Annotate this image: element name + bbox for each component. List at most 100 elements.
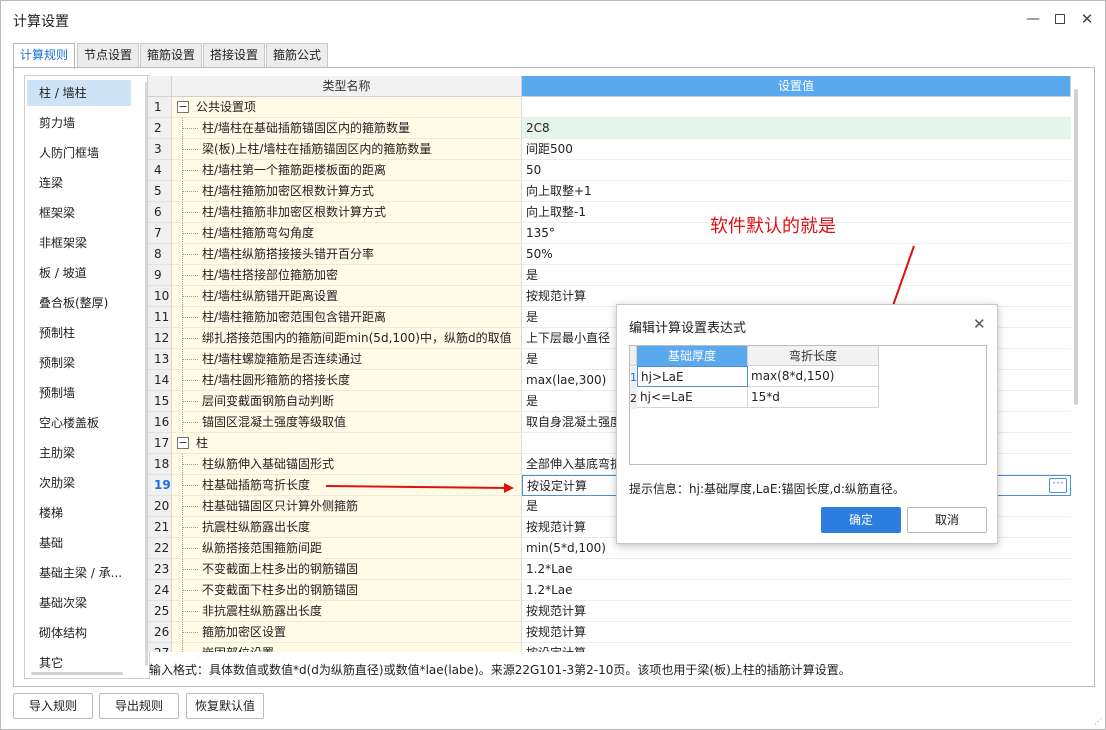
setting-value: 按设定计算 bbox=[526, 646, 586, 652]
table-row[interactable]: 25 非抗震柱纵筋露出长度 按规范计算 bbox=[148, 601, 1071, 622]
sidebar-item-foundation-main-beam[interactable]: 基础主梁 / 承... bbox=[27, 560, 131, 586]
sidebar-item-masonry[interactable]: 砌体结构 bbox=[27, 620, 131, 646]
table-row[interactable]: 8 柱/墙柱纵筋搭接接头错开百分率 50% bbox=[148, 244, 1071, 265]
setting-value-cell[interactable]: 是 bbox=[522, 265, 1071, 286]
expr-condition-cell[interactable]: hj<=LaE bbox=[637, 387, 748, 408]
close-icon[interactable]: ✕ bbox=[1077, 9, 1097, 29]
sidebar-item-foundation[interactable]: 基础 bbox=[27, 530, 131, 556]
ok-button[interactable]: 确定 bbox=[821, 507, 901, 533]
cancel-button[interactable]: 取消 bbox=[907, 507, 987, 533]
row-number: 21 bbox=[148, 517, 172, 538]
sidebar-item-non-frame-beam[interactable]: 非框架梁 bbox=[27, 230, 131, 256]
tab-stirrup-settings[interactable]: 箍筋设置 bbox=[140, 43, 203, 67]
sidebar-item-secondary-rib-beam[interactable]: 次肋梁 bbox=[27, 470, 131, 496]
collapse-icon[interactable]: − bbox=[177, 437, 189, 449]
row-number: 7 bbox=[148, 223, 172, 244]
sidebar-item-stair[interactable]: 楼梯 bbox=[27, 500, 131, 526]
sidebar-item-frame-beam[interactable]: 框架梁 bbox=[27, 200, 131, 226]
tab-stirrup-formula[interactable]: 箍筋公式 bbox=[266, 43, 329, 67]
grid-scrollbar[interactable] bbox=[1074, 89, 1078, 405]
expr-value-cell[interactable]: max(8*d,150) bbox=[748, 366, 879, 387]
table-row[interactable]: 5 柱/墙柱箍筋加密区根数计算方式 向上取整+1 bbox=[148, 181, 1071, 202]
sidebar-item-precast-beam[interactable]: 预制梁 bbox=[27, 350, 131, 376]
setting-value-cell[interactable]: 按设定计算 bbox=[522, 643, 1071, 652]
sidebar-item-column[interactable]: 柱 / 墙柱 bbox=[27, 80, 131, 106]
sidebar-horizontal-scrollbar[interactable] bbox=[31, 672, 123, 675]
type-name-cell: 柱/墙柱螺旋箍筋是否连续通过 bbox=[172, 349, 522, 370]
restore-defaults-button[interactable]: 恢复默认值 bbox=[186, 693, 264, 719]
sidebar-item-shear-wall[interactable]: 剪力墙 bbox=[27, 110, 131, 136]
setting-value: 50% bbox=[526, 247, 553, 261]
setting-label: 柱纵筋伸入基础锚固形式 bbox=[202, 457, 335, 471]
tree-connector bbox=[182, 611, 198, 612]
sidebar-item-precast-wall[interactable]: 预制墙 bbox=[27, 380, 131, 406]
setting-label: 柱/墙柱圆形箍筋的搭接长度 bbox=[202, 373, 351, 387]
component-list: 柱 / 墙柱 剪力墙 人防门框墙 连梁 框架梁 非框架梁 板 / 坡道 叠合板(… bbox=[24, 75, 150, 679]
setting-value: 上下层最小直径 bbox=[526, 331, 611, 345]
tree-connector bbox=[182, 590, 198, 591]
sidebar-item-hollow-slab[interactable]: 空心楼盖板 bbox=[27, 410, 131, 436]
tree-connector bbox=[182, 485, 198, 486]
table-row[interactable]: 2 柱/墙柱在基础插筋锚固区内的箍筋数量 2C8 bbox=[148, 118, 1071, 139]
row-number: 15 bbox=[148, 391, 172, 412]
table-row[interactable]: 24 不变截面下柱多出的钢筋锚固 1.2*Lae bbox=[148, 580, 1071, 601]
setting-value-cell[interactable]: 1.2*Lae bbox=[522, 559, 1071, 580]
tree-connector bbox=[182, 128, 198, 129]
dialog-close-icon[interactable]: ✕ bbox=[973, 315, 986, 333]
setting-label: 纵筋搭接范围箍筋间距 bbox=[202, 541, 323, 555]
setting-label: 柱/墙柱箍筋加密区根数计算方式 bbox=[202, 184, 375, 198]
expr-value-cell[interactable]: 15*d bbox=[748, 387, 879, 408]
setting-value-cell[interactable]: 2C8 bbox=[522, 118, 1071, 139]
type-name-cell: 柱/墙柱纵筋错开距离设置 bbox=[172, 286, 522, 307]
type-name-cell: 纵筋搭接范围箍筋间距 bbox=[172, 538, 522, 559]
sidebar-item-slab-ramp[interactable]: 板 / 坡道 bbox=[27, 260, 131, 286]
setting-value: 是 bbox=[526, 268, 539, 282]
setting-value-cell[interactable]: 1.2*Lae bbox=[522, 580, 1071, 601]
setting-value-cell[interactable]: 间距500 bbox=[522, 139, 1071, 160]
ellipsis-icon[interactable]: ··· bbox=[1049, 477, 1067, 493]
table-row[interactable]: 6 柱/墙柱箍筋非加密区根数计算方式 向上取整-1 bbox=[148, 202, 1071, 223]
setting-value-cell[interactable] bbox=[522, 97, 1071, 118]
setting-value-cell[interactable]: 50 bbox=[522, 160, 1071, 181]
setting-value-cell[interactable]: 按规范计算 bbox=[522, 622, 1071, 643]
sidebar-item-foundation-secondary-beam[interactable]: 基础次梁 bbox=[27, 590, 131, 616]
type-name-cell: 柱/墙柱在基础插筋锚固区内的箍筋数量 bbox=[172, 118, 522, 139]
table-row[interactable]: 26 箍筋加密区设置 按规范计算 bbox=[148, 622, 1071, 643]
table-row[interactable]: 9 柱/墙柱搭接部位箍筋加密 是 bbox=[148, 265, 1071, 286]
type-name-cell: − 柱 bbox=[172, 433, 522, 454]
maximize-icon[interactable] bbox=[1050, 9, 1070, 29]
group-row[interactable]: 1− 公共设置项 bbox=[148, 97, 1071, 118]
tab-calc-rules[interactable]: 计算规则 bbox=[13, 43, 76, 69]
row-number: 24 bbox=[148, 580, 172, 601]
table-row[interactable]: 27 嵌固部位设置 按设定计算 bbox=[148, 643, 1071, 652]
import-rules-button[interactable]: 导入规则 bbox=[13, 693, 93, 719]
type-name-cell: 柱基础锚固区只计算外侧箍筋 bbox=[172, 496, 522, 517]
setting-label: 不变截面上柱多出的钢筋锚固 bbox=[202, 562, 359, 576]
table-row[interactable]: 3 梁(板)上柱/墙柱在插筋锚固区内的箍筋数量 间距500 bbox=[148, 139, 1071, 160]
sidebar-item-composite-slab[interactable]: 叠合板(整厚) bbox=[27, 290, 131, 316]
setting-value-cell[interactable]: 50% bbox=[522, 244, 1071, 265]
sidebar-item-coupling-beam[interactable]: 连梁 bbox=[27, 170, 131, 196]
sidebar-item-precast-column[interactable]: 预制柱 bbox=[27, 320, 131, 346]
resize-grip-icon[interactable]: ⋰ bbox=[1094, 717, 1104, 727]
table-row[interactable]: 4 柱/墙柱第一个箍筋距楼板面的距离 50 bbox=[148, 160, 1071, 181]
sidebar-item-civil-defense-wall[interactable]: 人防门框墙 bbox=[27, 140, 131, 166]
setting-value-cell[interactable]: 按规范计算 bbox=[522, 601, 1071, 622]
table-row[interactable]: 7 柱/墙柱箍筋弯勾角度 135° bbox=[148, 223, 1071, 244]
expr-condition-cell[interactable]: hj>LaE bbox=[637, 366, 748, 387]
row-number-header bbox=[148, 76, 172, 97]
group-label: 公共设置项 bbox=[196, 100, 257, 114]
tab-node-settings[interactable]: 节点设置 bbox=[77, 43, 140, 67]
export-rules-button[interactable]: 导出规则 bbox=[99, 693, 179, 719]
input-format-hint: 输入格式：具体数值或数值*d(d为纵筋直径)或数值*lae(labe)。来源22… bbox=[149, 663, 851, 677]
sidebar-item-main-rib-beam[interactable]: 主肋梁 bbox=[27, 440, 131, 466]
setting-value-cell[interactable]: 向上取整+1 bbox=[522, 181, 1071, 202]
setting-value: 是 bbox=[526, 352, 539, 366]
table-row[interactable]: 23 不变截面上柱多出的钢筋锚固 1.2*Lae bbox=[148, 559, 1071, 580]
type-name-cell: 层间变截面钢筋自动判断 bbox=[172, 391, 522, 412]
minimize-icon[interactable]: — bbox=[1023, 9, 1043, 29]
setting-label: 层间变截面钢筋自动判断 bbox=[202, 394, 335, 408]
collapse-icon[interactable]: − bbox=[177, 101, 189, 113]
setting-value: min(5*d,100) bbox=[526, 541, 606, 555]
tab-lap-settings[interactable]: 搭接设置 bbox=[203, 43, 266, 67]
